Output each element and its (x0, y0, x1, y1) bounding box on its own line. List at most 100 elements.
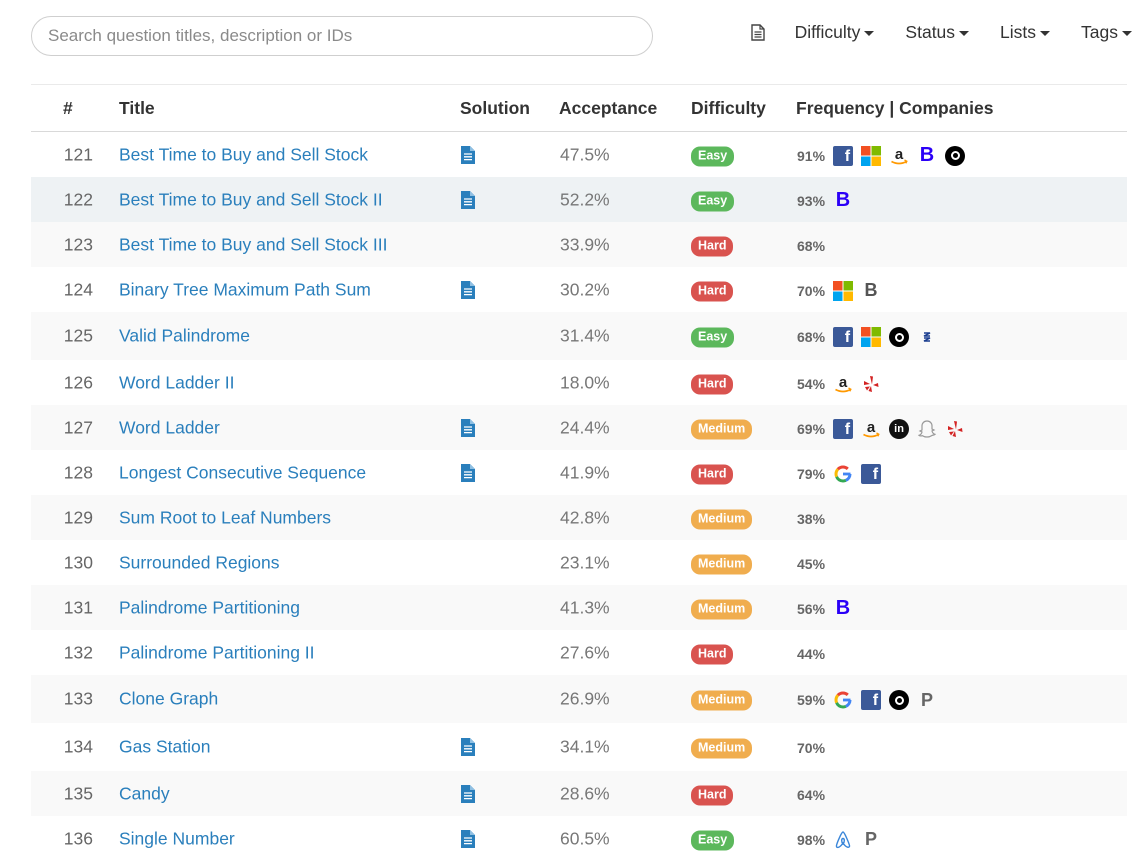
difficulty-badge: Easy (691, 327, 735, 348)
question-title-link[interactable]: Clone Graph (119, 689, 218, 710)
microsoft-icon[interactable] (861, 327, 882, 347)
question-title-link[interactable]: Palindrome Partitioning II (119, 642, 315, 663)
lists-dropdown-label: Lists (1000, 22, 1037, 42)
linkedin-icon[interactable]: in (889, 418, 910, 439)
bloomberg-icon[interactable]: B (833, 597, 853, 619)
question-title-link[interactable]: Sum Root to Leaf Numbers (119, 507, 331, 528)
microsoft-icon[interactable] (833, 280, 854, 301)
question-number: 129 (63, 507, 93, 527)
frequency-percent: 54% (797, 375, 826, 392)
difficulty-cell: Medium (691, 506, 753, 529)
uber-icon[interactable] (889, 690, 910, 710)
baidu-icon[interactable]: B (861, 280, 881, 301)
status-dropdown[interactable]: Status (905, 22, 970, 43)
header-frequency[interactable]: Frequency | Companies (796, 98, 993, 119)
question-title-link[interactable]: Best Time to Buy and Sell Stock (119, 144, 368, 165)
search-input[interactable] (31, 16, 653, 56)
solution-icon[interactable] (460, 280, 476, 299)
google-icon[interactable] (833, 690, 853, 710)
question-title-link[interactable]: Candy (119, 783, 170, 804)
table-header: # Title Solution Acceptance Difficulty F… (31, 85, 1127, 132)
facebook-icon[interactable]: f (833, 327, 854, 347)
header-acceptance[interactable]: Acceptance (559, 98, 657, 119)
caret-down-icon (959, 31, 970, 36)
table-row: 135 Candy 28.6% Hard 64% (31, 771, 1127, 816)
solution-icon[interactable] (460, 738, 476, 756)
difficulty-badge: Easy (691, 830, 735, 850)
solution-icon[interactable] (460, 418, 476, 437)
frequency-percent: 64% (797, 786, 826, 803)
facebook-icon[interactable]: f (861, 463, 882, 484)
lists-dropdown[interactable]: Lists (1000, 22, 1051, 43)
facebook-icon[interactable]: f (833, 418, 854, 439)
acceptance-rate: 31.4% (560, 325, 610, 346)
toolbar: Difficulty Status Lists Tags (0, 0, 1146, 84)
facebook-icon[interactable]: f (833, 145, 854, 166)
difficulty-cell: Hard (691, 233, 734, 256)
question-title-link[interactable]: Best Time to Buy and Sell Stock II (119, 189, 383, 210)
difficulty-cell: Medium (691, 596, 753, 619)
yelp-icon[interactable] (861, 374, 881, 394)
question-title-link[interactable]: Best Time to Buy and Sell Stock III (119, 234, 387, 255)
uber-icon[interactable] (945, 145, 966, 166)
question-title-link[interactable]: Palindrome Partitioning (119, 597, 300, 618)
document-icon[interactable] (750, 24, 765, 41)
question-title-link[interactable]: Single Number (119, 828, 235, 849)
question-title-link[interactable]: Binary Tree Maximum Path Sum (119, 279, 371, 300)
difficulty-cell: Hard (691, 782, 734, 805)
pocketgems-icon[interactable]: P (917, 690, 937, 710)
question-title-link[interactable]: Surrounded Regions (119, 552, 280, 573)
question-title-link[interactable]: Word Ladder II (119, 372, 234, 393)
acceptance-rate: 60.5% (560, 828, 610, 848)
zenefits-icon[interactable] (917, 327, 937, 347)
question-number: 127 (63, 417, 93, 437)
svg-text:a: a (895, 146, 904, 163)
question-title-link[interactable]: Gas Station (119, 737, 210, 758)
question-number: 130 (63, 552, 93, 572)
acceptance-rate: 23.1% (560, 552, 610, 572)
header-num[interactable]: # (63, 98, 73, 119)
question-title-link[interactable]: Word Ladder (119, 417, 220, 438)
facebook-icon[interactable]: f (861, 690, 882, 710)
solution-icon[interactable] (460, 145, 476, 164)
amazon-icon[interactable]: a (833, 374, 853, 394)
google-icon[interactable] (833, 464, 853, 484)
svg-text:a: a (867, 419, 876, 436)
snapchat-icon[interactable] (917, 419, 937, 439)
question-number: 122 (63, 189, 93, 209)
acceptance-rate: 24.4% (560, 417, 610, 437)
tags-dropdown[interactable]: Tags (1081, 22, 1132, 43)
question-title-link[interactable]: Longest Consecutive Sequence (119, 462, 366, 483)
pocketgems-icon[interactable]: P (861, 829, 881, 850)
acceptance-rate: 41.9% (560, 462, 610, 482)
frequency-percent: 38% (797, 510, 826, 527)
difficulty-cell: Hard (691, 461, 734, 484)
table-row: 136 Single Number 60.5% Easy 98% P (31, 816, 1127, 861)
amazon-icon[interactable]: a (861, 419, 881, 439)
yelp-icon[interactable] (945, 419, 965, 439)
question-title-link[interactable]: Valid Palindrome (119, 326, 250, 347)
question-number: 128 (63, 462, 93, 482)
airbnb-icon[interactable] (833, 830, 853, 850)
solution-icon[interactable] (460, 463, 476, 482)
microsoft-icon[interactable] (861, 145, 882, 166)
uber-icon[interactable] (889, 327, 910, 347)
header-solution[interactable]: Solution (460, 98, 530, 119)
frequency-percent: 70% (797, 282, 826, 299)
header-difficulty[interactable]: Difficulty (691, 98, 766, 119)
table-row: 127 Word Ladder 24.4% Medium 69% f a in (31, 405, 1127, 450)
table-row: 126 Word Ladder II 18.0% Hard 54% a (31, 360, 1127, 405)
table-row: 124 Binary Tree Maximum Path Sum 30.2% Hard… (31, 267, 1127, 312)
acceptance-rate: 41.3% (560, 597, 610, 617)
solution-icon[interactable] (460, 829, 476, 848)
difficulty-badge: Easy (691, 146, 735, 166)
solution-icon[interactable] (460, 190, 476, 209)
bloomberg-icon[interactable]: B (833, 189, 853, 211)
header-title[interactable]: Title (119, 98, 155, 119)
difficulty-badge: Hard (691, 644, 734, 664)
frequency-percent: 70% (797, 740, 826, 756)
solution-icon[interactable] (460, 784, 476, 803)
bloomberg-icon[interactable]: B (917, 144, 937, 166)
difficulty-dropdown[interactable]: Difficulty (795, 22, 875, 43)
amazon-icon[interactable]: a (889, 146, 909, 166)
